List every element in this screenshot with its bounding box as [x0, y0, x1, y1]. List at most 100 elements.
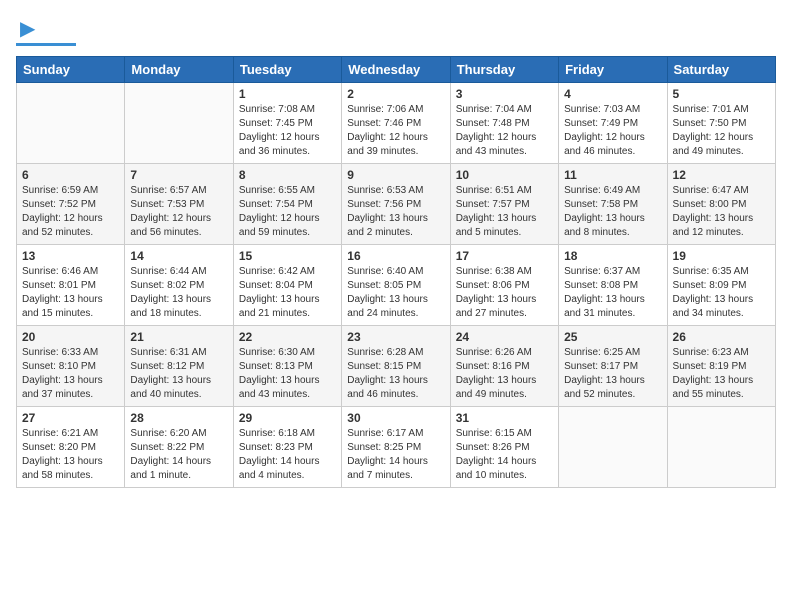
calendar-cell: 24Sunrise: 6:26 AM Sunset: 8:16 PM Dayli… [450, 326, 558, 407]
page-header: ▶ [16, 16, 776, 46]
calendar-cell: 28 Sunrise: 6:20 AM Sunset: 8:22 PM Dayli… [125, 407, 233, 488]
calendar-cell: 4 Sunrise: 7:03 AM Sunset: 7:49 PM Daylig… [559, 83, 667, 164]
calendar-cell: 31 Sunrise: 6:15 AM Sunset: 8:26 PM Dayli… [450, 407, 558, 488]
calendar-cell: 3 Sunrise: 7:04 AM Sunset: 7:48 PM Daylig… [450, 83, 558, 164]
logo: ▶ [16, 16, 76, 46]
day-number: 25 [564, 330, 661, 344]
calendar-cell: 27 Sunrise: 6:21 AM Sunset: 8:20 PM Dayli… [17, 407, 125, 488]
day-number: 8 [239, 168, 336, 182]
day-info: Sunrise: 6:55 AM Sunset: 7:54 PM Dayligh… [239, 184, 336, 240]
calendar-cell: 10 Sunrise: 6:51 AM Sunset: 7:57 PM Dayli… [450, 164, 558, 245]
day-header-wednesday: Wednesday [342, 57, 450, 83]
day-info: Sunrise: 6:49 AM Sunset: 7:58 PM Dayligh… [564, 184, 661, 240]
calendar-cell: 13Sunrise: 6:46 AM Sunset: 8:01 PM Dayli… [17, 245, 125, 326]
calendar-cell: 8 Sunrise: 6:55 AM Sunset: 7:54 PM Daylig… [233, 164, 341, 245]
day-number: 1 [239, 87, 336, 101]
day-header-monday: Monday [125, 57, 233, 83]
calendar-cell [17, 83, 125, 164]
day-info: Sunrise: 6:15 AM Sunset: 8:26 PM Dayligh… [456, 427, 553, 483]
day-number: 4 [564, 87, 661, 101]
day-header-tuesday: Tuesday [233, 57, 341, 83]
calendar-cell [667, 407, 775, 488]
day-info: Sunrise: 7:03 AM Sunset: 7:49 PM Dayligh… [564, 103, 661, 159]
day-number: 19 [673, 249, 770, 263]
calendar-cell: 6Sunrise: 6:59 AM Sunset: 7:52 PM Daylig… [17, 164, 125, 245]
day-info: Sunrise: 6:44 AM Sunset: 8:02 PM Dayligh… [130, 265, 227, 321]
calendar-cell: 19 Sunrise: 6:35 AM Sunset: 8:09 PM Dayli… [667, 245, 775, 326]
calendar-cell: 29Sunrise: 6:18 AM Sunset: 8:23 PM Dayli… [233, 407, 341, 488]
calendar-cell: 1 Sunrise: 7:08 AM Sunset: 7:45 PM Daylig… [233, 83, 341, 164]
calendar-cell: 9 Sunrise: 6:53 AM Sunset: 7:56 PM Daylig… [342, 164, 450, 245]
day-number: 18 [564, 249, 661, 263]
calendar-cell: 14 Sunrise: 6:44 AM Sunset: 8:02 PM Dayli… [125, 245, 233, 326]
calendar-week-row: 6Sunrise: 6:59 AM Sunset: 7:52 PM Daylig… [17, 164, 776, 245]
day-number: 26 [673, 330, 770, 344]
day-info: Sunrise: 6:59 AM Sunset: 7:52 PM Dayligh… [22, 184, 119, 240]
day-number: 13 [22, 249, 119, 263]
calendar-cell [559, 407, 667, 488]
day-number: 2 [347, 87, 444, 101]
calendar-cell: 12 Sunrise: 6:47 AM Sunset: 8:00 PM Dayli… [667, 164, 775, 245]
calendar-cell: 7 Sunrise: 6:57 AM Sunset: 7:53 PM Daylig… [125, 164, 233, 245]
day-info: Sunrise: 6:30 AM Sunset: 8:13 PM Dayligh… [239, 346, 336, 402]
day-info: Sunrise: 6:31 AM Sunset: 8:12 PM Dayligh… [130, 346, 227, 402]
day-number: 21 [130, 330, 227, 344]
day-info: Sunrise: 7:08 AM Sunset: 7:45 PM Dayligh… [239, 103, 336, 159]
calendar-cell: 2Sunrise: 7:06 AM Sunset: 7:46 PM Daylig… [342, 83, 450, 164]
calendar-cell: 15Sunrise: 6:42 AM Sunset: 8:04 PM Dayli… [233, 245, 341, 326]
logo-underline [16, 43, 76, 46]
day-info: Sunrise: 6:18 AM Sunset: 8:23 PM Dayligh… [239, 427, 336, 483]
day-info: Sunrise: 6:25 AM Sunset: 8:17 PM Dayligh… [564, 346, 661, 402]
calendar-week-row: 27 Sunrise: 6:21 AM Sunset: 8:20 PM Dayli… [17, 407, 776, 488]
calendar-cell: 23Sunrise: 6:28 AM Sunset: 8:15 PM Dayli… [342, 326, 450, 407]
calendar-cell: 18 Sunrise: 6:37 AM Sunset: 8:08 PM Dayli… [559, 245, 667, 326]
day-number: 3 [456, 87, 553, 101]
calendar-week-row: 13Sunrise: 6:46 AM Sunset: 8:01 PM Dayli… [17, 245, 776, 326]
calendar-cell: 16 Sunrise: 6:40 AM Sunset: 8:05 PM Dayli… [342, 245, 450, 326]
calendar-cell: 17 Sunrise: 6:38 AM Sunset: 8:06 PM Dayli… [450, 245, 558, 326]
day-number: 23 [347, 330, 444, 344]
day-number: 28 [130, 411, 227, 425]
day-info: Sunrise: 6:57 AM Sunset: 7:53 PM Dayligh… [130, 184, 227, 240]
day-info: Sunrise: 6:53 AM Sunset: 7:56 PM Dayligh… [347, 184, 444, 240]
day-info: Sunrise: 6:37 AM Sunset: 8:08 PM Dayligh… [564, 265, 661, 321]
day-number: 12 [673, 168, 770, 182]
calendar-cell: 11 Sunrise: 6:49 AM Sunset: 7:58 PM Dayli… [559, 164, 667, 245]
day-info: Sunrise: 6:20 AM Sunset: 8:22 PM Dayligh… [130, 427, 227, 483]
day-info: Sunrise: 6:38 AM Sunset: 8:06 PM Dayligh… [456, 265, 553, 321]
day-info: Sunrise: 6:51 AM Sunset: 7:57 PM Dayligh… [456, 184, 553, 240]
day-info: Sunrise: 6:42 AM Sunset: 8:04 PM Dayligh… [239, 265, 336, 321]
calendar-week-row: 1 Sunrise: 7:08 AM Sunset: 7:45 PM Daylig… [17, 83, 776, 164]
calendar-cell: 21 Sunrise: 6:31 AM Sunset: 8:12 PM Dayli… [125, 326, 233, 407]
day-info: Sunrise: 7:01 AM Sunset: 7:50 PM Dayligh… [673, 103, 770, 159]
day-info: Sunrise: 6:23 AM Sunset: 8:19 PM Dayligh… [673, 346, 770, 402]
day-info: Sunrise: 6:47 AM Sunset: 8:00 PM Dayligh… [673, 184, 770, 240]
calendar-cell: 5Sunrise: 7:01 AM Sunset: 7:50 PM Daylig… [667, 83, 775, 164]
day-info: Sunrise: 6:40 AM Sunset: 8:05 PM Dayligh… [347, 265, 444, 321]
day-info: Sunrise: 7:04 AM Sunset: 7:48 PM Dayligh… [456, 103, 553, 159]
day-number: 22 [239, 330, 336, 344]
day-info: Sunrise: 6:35 AM Sunset: 8:09 PM Dayligh… [673, 265, 770, 321]
day-number: 31 [456, 411, 553, 425]
day-info: Sunrise: 6:26 AM Sunset: 8:16 PM Dayligh… [456, 346, 553, 402]
day-number: 16 [347, 249, 444, 263]
calendar-cell: 30Sunrise: 6:17 AM Sunset: 8:25 PM Dayli… [342, 407, 450, 488]
calendar-header-row: SundayMondayTuesdayWednesdayThursdayFrid… [17, 57, 776, 83]
calendar-cell: 25 Sunrise: 6:25 AM Sunset: 8:17 PM Dayli… [559, 326, 667, 407]
day-header-saturday: Saturday [667, 57, 775, 83]
day-number: 27 [22, 411, 119, 425]
calendar-table: SundayMondayTuesdayWednesdayThursdayFrid… [16, 56, 776, 488]
day-number: 7 [130, 168, 227, 182]
day-number: 17 [456, 249, 553, 263]
day-number: 30 [347, 411, 444, 425]
day-header-friday: Friday [559, 57, 667, 83]
calendar-cell: 22 Sunrise: 6:30 AM Sunset: 8:13 PM Dayli… [233, 326, 341, 407]
day-info: Sunrise: 6:21 AM Sunset: 8:20 PM Dayligh… [22, 427, 119, 483]
day-header-thursday: Thursday [450, 57, 558, 83]
day-number: 9 [347, 168, 444, 182]
calendar-cell [125, 83, 233, 164]
day-number: 11 [564, 168, 661, 182]
day-number: 10 [456, 168, 553, 182]
logo-bird-icon: ▶ [20, 16, 35, 41]
day-number: 14 [130, 249, 227, 263]
